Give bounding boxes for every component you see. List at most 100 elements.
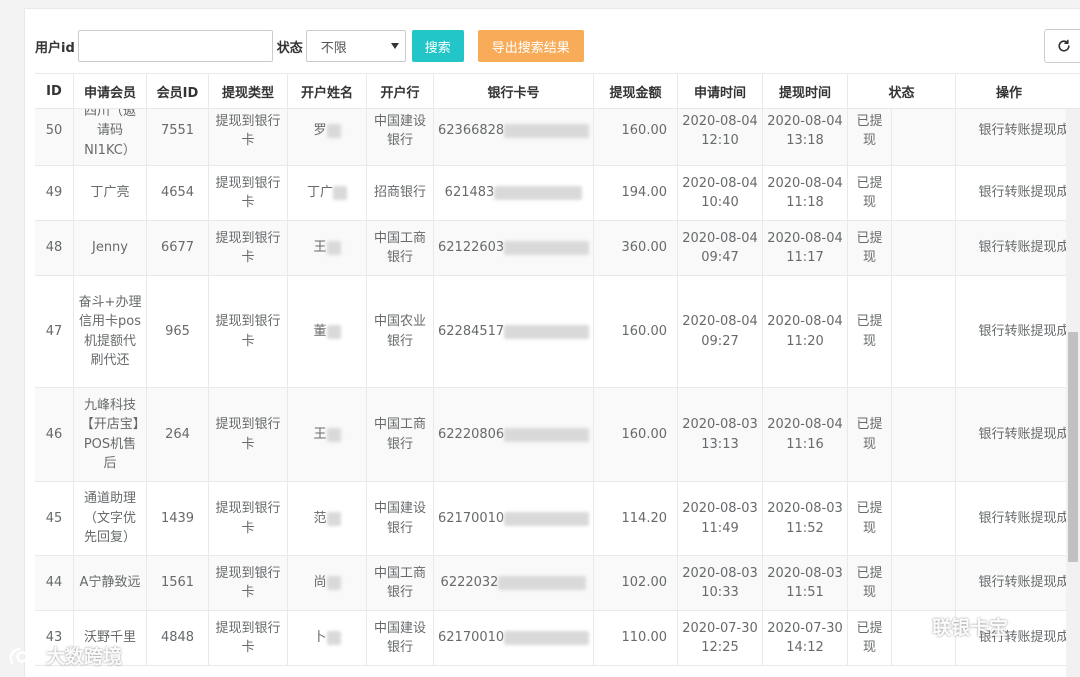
column-header-id[interactable]: ID: [35, 74, 73, 109]
cell-state-text: 已提现: [856, 113, 883, 149]
column-header-member-id[interactable]: 会员ID: [146, 74, 208, 109]
cell-amount: 160.00: [593, 388, 677, 481]
cell-bank-text: 中国工商银行: [373, 417, 426, 452]
column-header-action[interactable]: 操作: [955, 74, 1080, 109]
redacted-mask: [504, 631, 589, 645]
cell-type-text: 提现到银行卡: [215, 501, 281, 536]
cell-action: 银行转账提现成功: [955, 556, 1080, 610]
watermark-left-text: 大数跨境: [46, 646, 123, 668]
redacted-mask: [504, 427, 589, 442]
cell-bank-text: 中国建设银行: [373, 113, 426, 149]
search-button[interactable]: 搜索: [411, 30, 464, 62]
cell-withdraw-time-text: 2020-08-03 11:52: [767, 501, 843, 536]
cell-state: 已提现: [847, 221, 891, 275]
cell-spacer: [891, 276, 955, 387]
cell-type-text: 提现到银行卡: [215, 565, 281, 601]
cell-member: 丁广亮: [73, 166, 146, 220]
cell-member-id: 7551: [146, 109, 208, 165]
cell-spacer: [891, 221, 955, 275]
cell-action: 银行转账提现成功: [955, 276, 1080, 387]
cell-id: 50: [35, 109, 73, 165]
status-select-value: 不限: [320, 40, 347, 56]
refresh-button[interactable]: [1044, 29, 1080, 63]
cell-withdraw-time-text: 2020-07-30 14:12: [767, 620, 843, 656]
cell-action-text: 银行转账提现成功: [978, 123, 1080, 139]
table-row: 49 丁广亮 4654 提现到银行卡 丁广 招商银行 621483 194.00 2020-08…: [35, 166, 1080, 221]
cell-action: 银行转账提现成功: [955, 388, 1080, 481]
cell-type-text: 提现到银行卡: [215, 620, 281, 656]
redacted-mask: [326, 427, 341, 442]
cell-action: 银行转账提现成功: [955, 482, 1080, 555]
cell-id-text: 47: [45, 323, 63, 339]
column-header-account-name[interactable]: 开户姓名: [287, 74, 366, 109]
cell-card: 62220806: [433, 388, 593, 481]
cell-spacer: [891, 388, 955, 481]
cell-id: 44: [35, 556, 73, 610]
cell-amount: 114.20: [593, 482, 677, 555]
column-header-card-number[interactable]: 银行卡号: [433, 74, 593, 109]
redacted-mask: [326, 124, 341, 138]
cell-type: 提现到银行卡: [208, 388, 287, 481]
cell-card-text: 62170010: [438, 630, 505, 646]
scrollbar-thumb[interactable]: [1068, 332, 1078, 562]
column-header-apply-time[interactable]: 申请时间: [677, 74, 762, 109]
cell-member-text: 九峰科技【开店宝】POS机售后: [80, 397, 140, 472]
cell-action-text: 银行转账提现成功: [978, 426, 1080, 442]
cell-amount: 110.00: [593, 611, 677, 665]
table-row: 48 Jenny 6677 提现到银行卡 王 中国工商银行 62122603 360.00 20…: [35, 221, 1080, 276]
cell-state-text: 已提现: [856, 230, 883, 266]
cell-type-text: 提现到银行卡: [215, 230, 281, 266]
cell-member: 九峰科技【开店宝】POS机售后: [73, 388, 146, 481]
cell-apply-time: 2020-08-03 13:13: [677, 388, 762, 481]
column-header-status[interactable]: 状态: [847, 74, 955, 109]
cell-member-id: 6677: [146, 221, 208, 275]
cell-bank: 中国工商银行: [366, 556, 433, 610]
column-header-bank[interactable]: 开户行: [366, 74, 433, 109]
cell-bank: 中国工商银行: [366, 221, 433, 275]
cell-amount: 160.00: [593, 276, 677, 387]
cell-apply-time-text: 2020-08-04 12:10: [682, 113, 758, 149]
cell-apply-time-text: 2020-08-04 10:40: [682, 175, 758, 211]
cell-member-id-text: 1439: [160, 510, 195, 526]
user-id-input[interactable]: [77, 30, 273, 62]
column-header-withdraw-time[interactable]: 提现时间: [762, 74, 847, 109]
cell-state-text: 已提现: [856, 501, 883, 536]
cell-member: 四川（邀请码NI1KC）: [73, 109, 146, 165]
cell-spacer: [891, 109, 955, 165]
cell-card-text: 6222032: [440, 575, 499, 591]
cell-amount-text: 194.00: [621, 185, 668, 201]
export-results-button[interactable]: 导出搜索结果: [477, 30, 584, 62]
cell-card: 621483: [433, 166, 593, 220]
column-header-member[interactable]: 申请会员: [73, 74, 146, 109]
cell-withdraw-time: 2020-08-04 13:18: [762, 109, 847, 165]
column-header-withdraw-type[interactable]: 提现类型: [208, 74, 287, 109]
cell-apply-time: 2020-07-30 12:25: [677, 611, 762, 665]
cell-spacer: [891, 166, 955, 220]
cell-amount-text: 360.00: [621, 240, 668, 256]
table-header: ID 申请会员 会员ID 提现类型 开户姓名 开户行 银行卡号 提现金额 申请时…: [35, 73, 1080, 109]
watermark-right-text: 联银卡宝: [932, 616, 1009, 639]
cell-apply-time: 2020-08-04 12:10: [677, 109, 762, 165]
cell-member-id-text: 4654: [160, 185, 195, 201]
cell-type-text: 提现到银行卡: [215, 417, 281, 452]
cell-state: 已提现: [847, 388, 891, 481]
cell-name: 王: [287, 221, 366, 275]
cell-apply-time: 2020-08-03 11:49: [677, 482, 762, 555]
column-header-amount[interactable]: 提现金额: [593, 74, 677, 109]
cell-card: 62170010: [433, 611, 593, 665]
table-row: 50 四川（邀请码NI1KC） 7551 提现到银行卡 罗 中国建设银行 62366828 1…: [35, 109, 1080, 166]
cell-withdraw-time: 2020-08-03 11:51: [762, 556, 847, 610]
redacted-mask: [326, 511, 341, 526]
cell-name-text: 范: [313, 510, 327, 526]
cell-name: 范: [287, 482, 366, 555]
cell-name: 董: [287, 276, 366, 387]
cell-member-text: Jenny: [91, 240, 128, 256]
cell-state-text: 已提现: [856, 620, 883, 656]
cell-action-text: 银行转账提现成功: [978, 185, 1080, 201]
status-select[interactable]: 不限: [305, 30, 406, 62]
cell-apply-time-text: 2020-07-30 12:25: [682, 620, 758, 656]
cell-bank-text: 中国农业银行: [373, 314, 426, 349]
table-row: 47 奋斗+办理信用卡pos机提额代刷代还 965 提现到银行卡 董 中国农业银行 6228…: [35, 276, 1080, 388]
cell-card: 62122603: [433, 221, 593, 275]
redacted-mask: [326, 631, 341, 645]
